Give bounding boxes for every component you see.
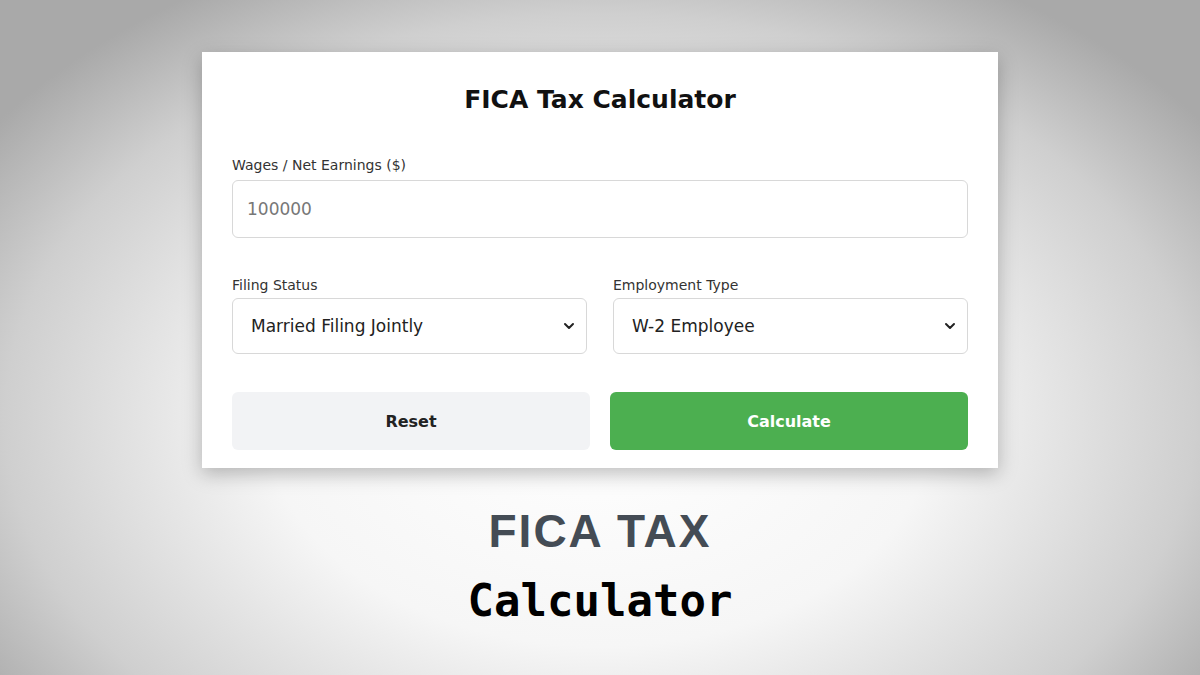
dropdown-value: W-2 Employee — [632, 316, 755, 336]
card-title: FICA Tax Calculator — [232, 82, 968, 118]
chevron-down-icon[interactable] — [943, 319, 957, 333]
button-label: Reset — [385, 412, 436, 431]
reset-button[interactable]: Reset — [232, 392, 590, 450]
caption-subtitle: Calculator — [468, 575, 733, 627]
button-row: Reset Calculate — [232, 392, 968, 450]
select-row: Filing Status Married Filing Jointly Emplo… — [232, 276, 968, 354]
select-field: Employment Type W-2 Employee — [613, 276, 968, 354]
select-field: Filing Status Married Filing Jointly — [232, 276, 587, 354]
wages-label: Wages / Net Earnings ($) — [232, 156, 968, 174]
calculator-card: FICA Tax Calculator Wages / Net Earnings … — [202, 52, 998, 468]
dropdown[interactable]: W-2 Employee — [613, 298, 968, 354]
caption-title: FICA TAX — [489, 503, 712, 559]
dropdown-value: Married Filing Jointly — [251, 316, 423, 336]
dropdown[interactable]: Married Filing Jointly — [232, 298, 587, 354]
chevron-down-icon[interactable] — [562, 319, 576, 333]
wages-input[interactable] — [232, 180, 968, 238]
wages-field: Wages / Net Earnings ($) — [232, 156, 968, 238]
button-label: Calculate — [747, 412, 831, 431]
select-label: Filing Status — [232, 276, 587, 294]
select-label: Employment Type — [613, 276, 968, 294]
calculate-button[interactable]: Calculate — [610, 392, 968, 450]
